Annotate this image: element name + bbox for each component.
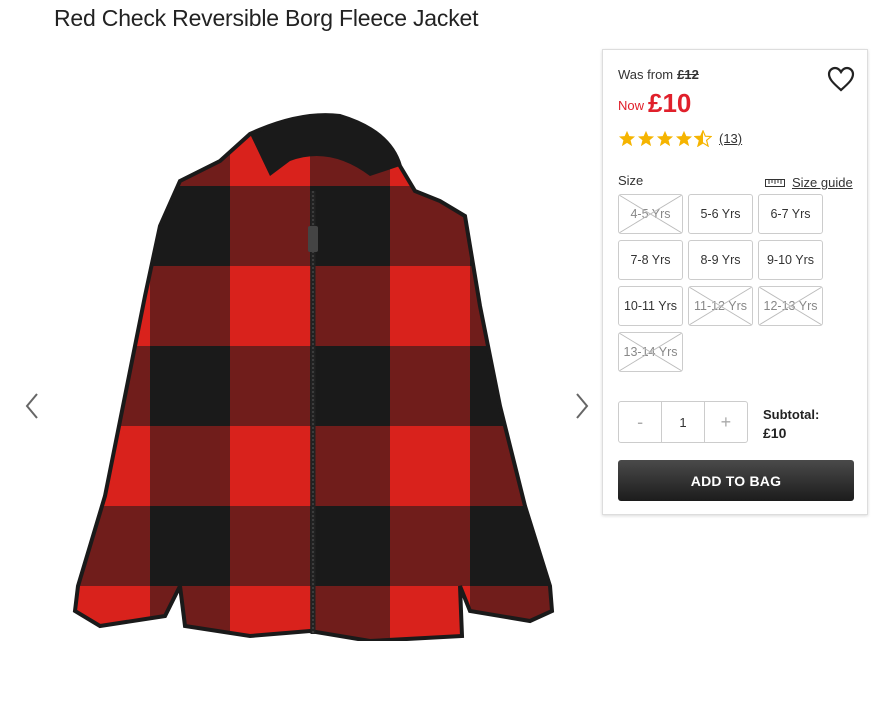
size-option[interactable]: 8-9 Yrs [688,240,753,280]
heart-icon [827,66,855,92]
size-option[interactable]: 13-14 Yrs [618,332,683,372]
size-option-label: 6-7 Yrs [770,207,811,221]
reviews-link[interactable]: (13) [719,131,742,146]
subtotal-label: Subtotal: [763,407,820,422]
decrease-quantity-button[interactable]: - [619,402,661,442]
size-option[interactable]: 6-7 Yrs [758,194,823,234]
chevron-left-icon [25,393,38,419]
size-option-label: 7-8 Yrs [630,253,671,267]
quantity-stepper: - 1 + [618,401,748,443]
size-option-label: 10-11 Yrs [623,299,678,313]
rating: (13) [618,130,742,147]
product-title: Red Check Reversible Borg Fleece Jacket [54,5,479,31]
unavailable-cross-icon [619,333,682,371]
size-option-label: 9-10 Yrs [766,253,814,267]
subtotal-value: £10 [763,425,787,441]
size-option-label: 5-6 Yrs [700,207,741,221]
size-option[interactable]: 10-11 Yrs [618,286,683,326]
size-guide-link[interactable]: Size guide [765,175,853,190]
ruler-icon [765,178,785,187]
unavailable-cross-icon [689,287,752,325]
size-option[interactable]: 5-6 Yrs [688,194,753,234]
star-icon [656,130,674,147]
now-price-row: Now £10 [618,88,691,119]
star-icon [618,130,636,147]
quantity-value[interactable]: 1 [661,402,705,442]
size-option[interactable]: 4-5 Yrs [618,194,683,234]
unavailable-cross-icon [619,195,682,233]
subtotal: Subtotal: £10 [763,406,819,442]
next-image-button[interactable] [570,388,594,424]
product-gallery [0,48,600,718]
chevron-right-icon [576,393,589,419]
was-price: £12 [677,67,699,82]
wishlist-button[interactable] [827,66,855,92]
size-option[interactable]: 12-13 Yrs [758,286,823,326]
product-image [72,113,555,641]
size-guide-label: Size guide [792,175,853,190]
size-option[interactable]: 7-8 Yrs [618,240,683,280]
prev-image-button[interactable] [20,388,44,424]
purchase-panel: Was from £12 Now £10 (13) Size Size guide … [602,49,868,515]
increase-quantity-button[interactable]: + [705,402,747,442]
size-option-label: 8-9 Yrs [700,253,741,267]
size-label: Size [618,173,644,188]
now-price: £10 [648,88,692,118]
unavailable-cross-icon [759,287,822,325]
now-label: Now [618,98,645,113]
add-to-bag-button[interactable]: ADD TO BAG [618,460,854,501]
was-price-row: Was from £12 [618,67,699,82]
size-option[interactable]: 9-10 Yrs [758,240,823,280]
half-star-icon [694,130,712,147]
star-icon [675,130,693,147]
size-option[interactable]: 11-12 Yrs [688,286,753,326]
star-icon [637,130,655,147]
was-label: Was from [618,67,674,82]
